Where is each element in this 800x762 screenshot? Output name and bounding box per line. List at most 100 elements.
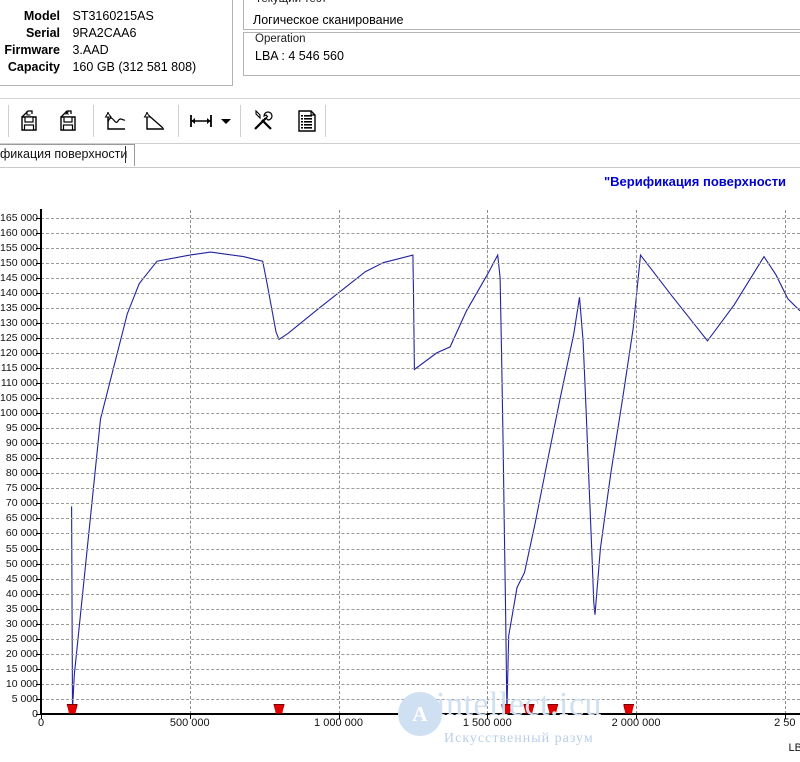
y-axis-tick [36,638,40,640]
drive-info-value-firmware: 3.AAD [72,43,109,57]
y-axis-tick-label: 90 000 [5,437,38,450]
y-axis-tick [36,292,40,294]
y-axis-tick [36,518,40,520]
save-graph-as-icon[interactable] [53,104,87,138]
y-axis-tick-label: 120 000 [0,346,38,359]
y-axis-tick-label: 70 000 [5,497,38,510]
drive-info-value-serial: 9RA2CAA6 [72,26,137,40]
y-axis-tick-label: 55 000 [5,542,38,555]
measure-range-icon[interactable] [184,104,218,138]
drive-info-strip: Model ST3160215AS Serial 9RA2CAA6 Firmwa… [0,0,800,90]
gridline-horizontal [41,548,800,550]
gridline-horizontal [41,247,800,249]
app-window: Model ST3160215AS Serial 9RA2CAA6 Firmwa… [0,0,800,762]
drive-info-row-capacity: Capacity 160 GB (312 581 808) [0,60,196,74]
y-axis-tick-label: 20 000 [5,647,38,660]
gridline-horizontal [41,217,800,219]
y-axis-tick-label: 50 000 [5,557,38,570]
y-axis-tick-label: 160 000 [0,226,38,239]
gridline-horizontal [41,398,800,400]
gridline-horizontal [41,443,800,445]
gridline-horizontal [41,262,800,264]
save-graph-icon[interactable] [14,104,48,138]
current-test-caption: Текущий тест [252,0,330,5]
y-axis-tick [36,623,40,625]
drive-info-label-serial: Serial [25,26,60,40]
operation-caption: Operation [252,33,309,45]
y-axis-tick [36,322,40,324]
surface-verification-chart: "Верификация поверхности 05 00010 00015 … [0,168,800,762]
toolbar [0,98,800,144]
y-axis-tick [36,653,40,655]
y-axis-tick-label: 115 000 [0,361,38,374]
current-test-value: Логическое сканирование [253,13,404,27]
y-axis-tick [36,563,40,565]
gridline-horizontal [41,292,800,294]
gridline-horizontal [41,322,800,324]
y-axis-tick [36,428,40,430]
y-axis-tick-label: 75 000 [5,482,38,495]
gridline-horizontal [41,488,800,490]
y-axis-tick-label: 85 000 [5,452,38,465]
gridline-vertical [487,210,489,714]
tools-icon[interactable] [246,104,280,138]
gridline-horizontal [41,307,800,309]
gridline-horizontal [41,337,800,339]
toolbar-separator [178,105,179,137]
x-axis-labels: 0 500 000 1 000 000 1 500 000 2 000 000 2 50 [0,717,800,737]
toolbar-separator [325,105,326,137]
gridline-horizontal [41,473,800,475]
y-axis-tick [36,262,40,264]
gridline-horizontal [41,518,800,520]
y-axis-tick-label: 80 000 [5,467,38,480]
y-axis-tick [36,277,40,279]
y-axis-tick [36,488,40,490]
tab-surface-verification[interactable]: фикация поверхности [0,144,136,166]
y-axis-tick-label: 45 000 [5,572,38,585]
graph-line-icon[interactable] [138,104,172,138]
toolbar-separator [93,105,94,137]
x-axis-tick [636,715,638,719]
gridline-vertical [189,210,191,714]
x-axis-tick [487,715,489,719]
y-axis-tick [36,458,40,460]
y-axis-tick-label: 95 000 [5,422,38,435]
gridline-horizontal [41,698,800,700]
tab-bar: фикация поверхности [0,144,800,168]
dropdown-caret-icon[interactable] [218,104,234,138]
y-axis-tick-label: 40 000 [5,587,38,600]
drive-info-label-model: Model [23,9,60,23]
y-axis-tick-label: 130 000 [0,316,38,329]
gridline-horizontal [41,458,800,460]
y-axis-tick [36,232,40,234]
gridline-horizontal [41,608,800,610]
y-axis-tick [36,548,40,550]
y-axis-tick [36,383,40,384]
plot-area[interactable] [41,210,800,714]
drive-info-row-serial: Serial 9RA2CAA6 [0,26,136,40]
gridline-horizontal [41,232,800,234]
y-axis-tick-label: 165 000 [0,211,38,224]
gridline-horizontal [41,593,800,595]
y-axis-tick-label: 65 000 [5,512,38,525]
gridline-horizontal [41,638,800,640]
gridline-horizontal [41,533,800,535]
x-axis-tick [189,715,191,719]
report-icon[interactable] [290,104,324,138]
x-axis-line [40,713,800,715]
toolbar-separator [240,105,241,137]
y-axis-tick [36,398,40,400]
y-axis-tick-label: 150 000 [0,256,38,269]
y-axis-tick-label: 100 000 [0,407,38,420]
graph-curve-icon[interactable] [99,104,133,138]
operation-value: LBA : 4 546 560 [255,49,344,63]
y-axis-tick-label: 5 000 [11,692,38,705]
x-axis-title: LB [788,742,800,754]
tab-text-caret [125,146,126,163]
gridline-horizontal [41,563,800,565]
y-axis-tick-label: 30 000 [5,617,38,630]
y-axis-tick-label: 125 000 [0,331,38,344]
drive-info-row-model: Model ST3160215AS [0,9,154,23]
y-axis-tick [36,714,40,715]
y-axis-tick-label: 110 000 [0,377,38,389]
